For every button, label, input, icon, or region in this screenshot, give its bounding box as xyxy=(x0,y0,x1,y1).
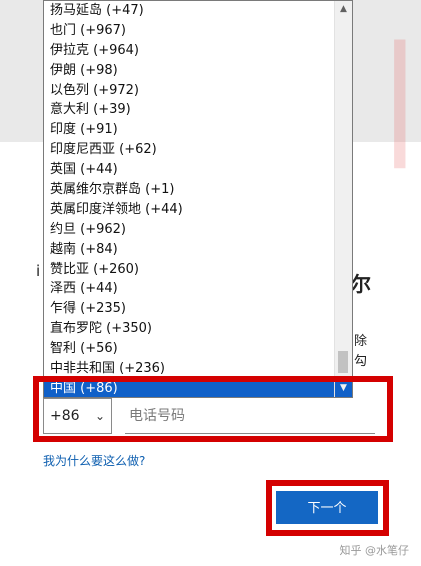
country-option[interactable]: 扬马延岛 (+47) xyxy=(44,1,335,21)
country-option[interactable]: 智利 (+56) xyxy=(44,339,335,359)
country-option[interactable]: 以色列 (+972) xyxy=(44,81,335,101)
why-link[interactable]: 我为什么要这么做? xyxy=(43,452,145,469)
country-option[interactable]: 直布罗陀 (+350) xyxy=(44,319,335,339)
credit-text: 知乎 @水笔仔 xyxy=(339,544,410,557)
country-option[interactable]: 泽西 (+44) xyxy=(44,279,335,299)
phone-number-input[interactable]: 电话号码 xyxy=(125,398,375,434)
scrollbar[interactable]: ▲ ▼ xyxy=(334,1,352,397)
country-code-value: +86 xyxy=(50,408,80,424)
country-option[interactable]: 意大利 (+39) xyxy=(44,100,335,120)
country-option[interactable]: 伊拉克 (+964) xyxy=(44,41,335,61)
country-option[interactable]: 印度 (+91) xyxy=(44,120,335,140)
country-option[interactable]: 英属印度洋领地 (+44) xyxy=(44,200,335,220)
phone-placeholder: 电话号码 xyxy=(129,408,185,424)
country-option[interactable]: 伊朗 (+98) xyxy=(44,61,335,81)
country-option[interactable]: 英属维尔京群岛 (+1) xyxy=(44,180,335,200)
country-option[interactable]: 赞比亚 (+260) xyxy=(44,260,335,280)
country-option[interactable]: 也门 (+967) xyxy=(44,21,335,41)
country-dropdown-list[interactable]: 扬马延岛 (+47) 也门 (+967) 伊拉克 (+964) 伊朗 (+98) 以色列… xyxy=(43,0,353,398)
background-heading: 尔 xyxy=(351,272,371,296)
country-option[interactable]: 乍得 (+235) xyxy=(44,299,335,319)
country-option[interactable]: 约旦 (+962) xyxy=(44,220,335,240)
country-option[interactable]: 越南 (+84) xyxy=(44,240,335,260)
next-button[interactable]: 下一个 xyxy=(276,491,378,524)
country-option[interactable]: 英国 (+44) xyxy=(44,160,335,180)
chevron-down-icon: ⌄ xyxy=(94,409,105,423)
country-code-select[interactable]: +86 ⌄ xyxy=(43,398,112,434)
country-option[interactable]: 印度尼西亚 (+62) xyxy=(44,140,335,160)
country-options: 扬马延岛 (+47) 也门 (+967) 伊拉克 (+964) 伊朗 (+98) 以色列… xyxy=(44,1,335,397)
background-text: 勾 xyxy=(354,354,368,369)
background-text: i xyxy=(36,262,41,280)
scroll-thumb[interactable] xyxy=(338,351,348,373)
background-text: 除 xyxy=(354,334,368,349)
scroll-up-icon[interactable]: ▲ xyxy=(335,1,352,18)
